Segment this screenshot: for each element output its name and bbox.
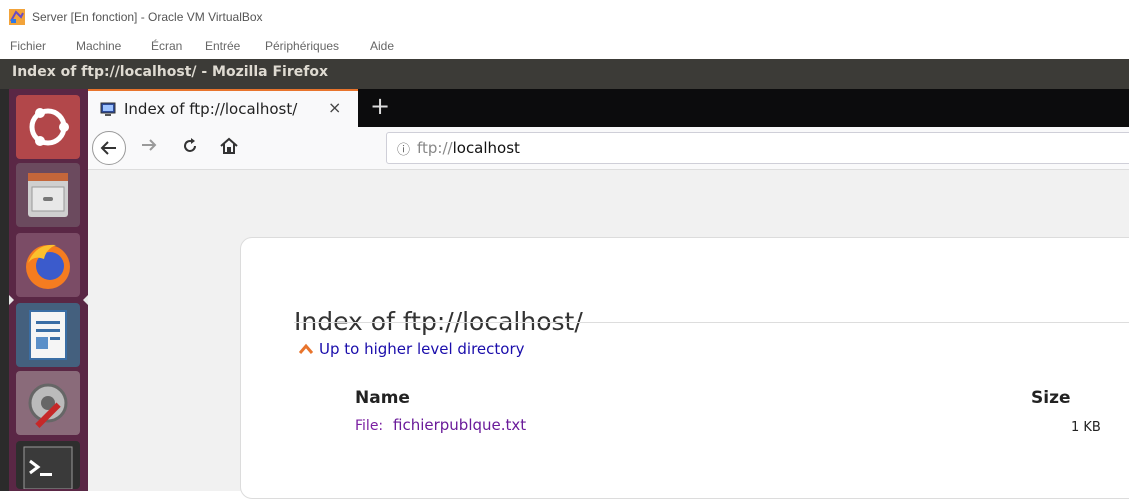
home-button[interactable] [218, 136, 240, 160]
home-icon [220, 137, 238, 154]
url-scheme: ftp:// [417, 139, 453, 157]
ubuntu-dash-icon[interactable] [16, 95, 80, 159]
arrow-left-icon [100, 141, 116, 155]
menu-aide[interactable]: Aide [370, 39, 394, 53]
menu-machine[interactable]: Machine [76, 39, 121, 53]
page-content: Index of ftp://localhost/ Up to higher l… [88, 170, 1129, 499]
unity-launcher [9, 89, 88, 491]
menu-ecran[interactable]: Écran [151, 39, 182, 53]
file-size: 1 KB [1071, 420, 1101, 435]
arrow-right-icon [142, 139, 157, 151]
tab-bar: Index of ftp://localhost/ × + [88, 89, 1129, 127]
monitor-icon [100, 102, 116, 116]
close-icon[interactable]: × [328, 98, 341, 117]
file-cabinet-icon[interactable] [16, 163, 80, 227]
new-tab-button[interactable]: + [370, 92, 390, 120]
tab-title: Index of ftp://localhost/ [124, 100, 298, 118]
launcher-active-indicator-left [9, 295, 14, 305]
terminal-icon[interactable] [16, 441, 80, 490]
url-bar[interactable]: ⓘ ftp://localhost [386, 132, 1129, 164]
column-header-size[interactable]: Size [1031, 388, 1071, 408]
forward-button[interactable] [140, 135, 158, 159]
directory-listing-card: Index of ftp://localhost/ Up to higher l… [240, 237, 1129, 499]
menu-fichier[interactable]: Fichier [10, 39, 46, 53]
firefox-window: Index of ftp://localhost/ × + ⓘ ftp://lo… [88, 89, 1129, 499]
vbox-window-title: Server [En fonction] - Oracle VM Virtual… [32, 10, 263, 24]
navigation-toolbar: ⓘ ftp://localhost [88, 127, 1129, 170]
guest-screen: Index of ftp://localhost/ - Mozilla Fire… [0, 59, 1129, 499]
vbox-menu-bar: Fichier Machine Écran Entrée Périphériqu… [0, 34, 1129, 59]
info-icon[interactable]: ⓘ [397, 139, 410, 158]
reload-button[interactable] [180, 136, 200, 160]
tab-index-localhost[interactable]: Index of ftp://localhost/ × [88, 89, 358, 127]
writer-document-icon[interactable] [16, 303, 80, 367]
vbox-title-bar: Server [En fonction] - Oracle VM Virtual… [0, 0, 1129, 34]
up-directory-label: Up to higher level directory [319, 340, 525, 358]
menu-peripheriques[interactable]: Périphériques [265, 39, 339, 53]
back-button[interactable] [92, 131, 126, 165]
system-settings-icon[interactable] [16, 371, 80, 435]
title-divider [294, 322, 1129, 323]
menu-entree[interactable]: Entrée [205, 39, 240, 53]
chevron-up-icon [299, 343, 313, 354]
url-host: localhost [452, 139, 520, 157]
virtualbox-app-icon [9, 9, 25, 25]
firefox-icon[interactable] [16, 233, 80, 297]
ubuntu-top-panel: Index of ftp://localhost/ - Mozilla Fire… [0, 59, 1129, 89]
file-link[interactable]: fichierpublque.txt [393, 416, 526, 434]
column-header-name[interactable]: Name [355, 388, 410, 408]
file-type-prefix: File: [355, 418, 384, 434]
firefox-window-title: Index of ftp://localhost/ - Mozilla Fire… [12, 64, 328, 80]
reload-icon [184, 138, 196, 152]
url-text[interactable]: ftp://localhost [417, 139, 520, 157]
